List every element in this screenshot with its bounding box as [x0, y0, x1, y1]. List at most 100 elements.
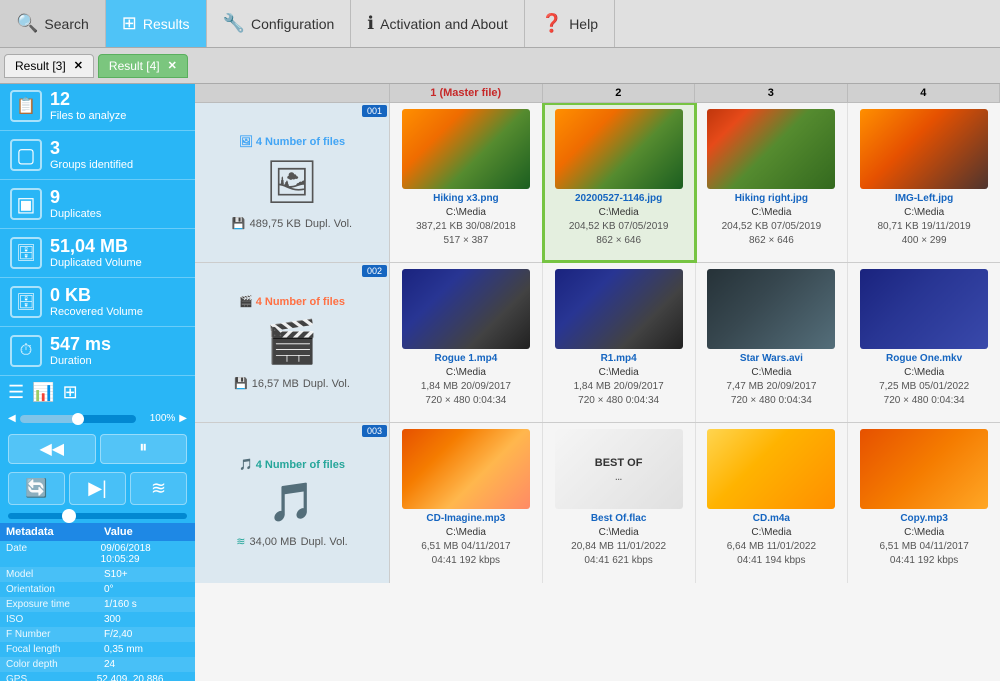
tab-result-3-close[interactable]: ✕: [74, 59, 83, 72]
nav-search-label: Search: [44, 16, 88, 32]
groups-label: Groups identified: [50, 159, 133, 171]
refresh-btn[interactable]: 🔄: [8, 472, 65, 505]
group-2-dup-icon: 💾: [234, 377, 248, 390]
group-2-dupl-label: Dupl. Vol.: [303, 378, 350, 390]
metadata-table: Metadata Value Date 09/06/2018 10:05:29 …: [0, 523, 195, 681]
bar-view-icon[interactable]: 📊: [32, 382, 54, 403]
duration-label: Duration: [50, 355, 111, 367]
g2-thumb-3-img: [707, 269, 835, 349]
group-2-icon: 🎬: [266, 318, 318, 367]
divider-6: [0, 375, 195, 376]
thumb-2-path: C:\Media: [569, 206, 669, 220]
list-view-icon[interactable]: ☰: [8, 382, 24, 403]
meta-row-color: Color depth 24: [0, 657, 195, 672]
tab-result-4[interactable]: Result [4] ✕: [98, 54, 188, 78]
config-icon: 🔧: [223, 13, 245, 34]
nav-config-label: Configuration: [251, 16, 334, 32]
wave-btn[interactable]: ≋: [130, 472, 187, 505]
search-icon: 🔍: [16, 13, 38, 34]
groups-icon: ▢: [10, 139, 42, 171]
nav-configuration[interactable]: 🔧 Configuration: [207, 0, 352, 47]
group-1-files-icon: 🖼: [239, 135, 253, 148]
thumb-4-dims: 400 × 299: [878, 234, 971, 248]
main-area: 📋 12 Files to analyze ▢ 3 Groups identif…: [0, 84, 1000, 681]
g2-thumb-1-name: Rogue 1.mp4: [421, 352, 511, 366]
group-2-dupl-vol: 16,57 MB: [252, 378, 299, 390]
thumb-2-size: 204,52 KB 07/05/2019: [569, 220, 669, 234]
thumb-1-img: [402, 109, 530, 189]
divider-3: [0, 228, 195, 229]
meta-header: Metadata Value: [0, 523, 195, 541]
tabs-row: Result [3] ✕ Result [4] ✕: [0, 48, 1000, 84]
meta-row-orientation: Orientation 0°: [0, 582, 195, 597]
meta-row-focal: Focal length 0,35 mm: [0, 642, 195, 657]
tab-result-4-close[interactable]: ✕: [168, 59, 177, 72]
slider-row: [0, 509, 195, 523]
thumb-3-dims: 862 × 646: [722, 234, 822, 248]
group-3-dupl-label: Dupl. Vol.: [301, 536, 348, 548]
col-header-4: 4: [848, 84, 1000, 102]
group-2: 002 🎬 4 Number of files 🎬 💾 16,57 MB Dup…: [195, 263, 1000, 423]
thumb-1-dims: 517 × 387: [416, 234, 516, 248]
group-3-info: 003 🎵 4 Number of files 🎵 ≋ 34,00 MB Dup…: [195, 423, 390, 583]
stat-groups: ▢ 3 Groups identified: [0, 133, 195, 177]
nav-help[interactable]: ❓ Help: [525, 0, 615, 47]
dup-vol-icon: 🗄: [10, 237, 42, 269]
group-3-num-files: 4: [256, 459, 262, 471]
right-panel: 1 (Master file) 2 3 4 001 🖼 4 Number of …: [195, 84, 1000, 681]
group-2-thumb-2[interactable]: R1.mp4 C:\Media 1,84 MB 20/09/2017 720 ×…: [543, 263, 696, 422]
meta-row-iso: ISO 300: [0, 612, 195, 627]
play-btn[interactable]: ▶|: [69, 472, 126, 505]
group-3-thumb-2[interactable]: BEST OF ... Best Of.flac C:\Media 20,84 …: [543, 423, 696, 583]
group-1-num-files: 4: [256, 136, 262, 148]
group-3-thumb-1[interactable]: CD-Imagine.mp3 C:\Media 6,51 MB 04/11/20…: [390, 423, 543, 583]
group-1-id: 001: [362, 105, 387, 117]
group-1-info: 001 🖼 4 Number of files 🖼 💾 489,75 KB Du…: [195, 103, 390, 262]
nav-activation[interactable]: ℹ Activation and About: [351, 0, 525, 47]
group-3-thumb-3[interactable]: CD.m4a C:\Media 6,64 MB 11/01/2022 04:41…: [696, 423, 849, 583]
group-3-thumb-4[interactable]: Copy.mp3 C:\Media 6,51 MB 04/11/2017 04:…: [848, 423, 1000, 583]
thumb-3-name: Hiking right.jpg: [722, 192, 822, 206]
group-2-info: 002 🎬 4 Number of files 🎬 💾 16,57 MB Dup…: [195, 263, 390, 422]
thumb-4-path: C:\Media: [878, 206, 971, 220]
groups-scroll[interactable]: 001 🖼 4 Number of files 🖼 💾 489,75 KB Du…: [195, 103, 1000, 681]
tab-result-3-label: Result [3]: [15, 59, 66, 73]
slider-thumb[interactable]: [62, 509, 76, 523]
divider-5: [0, 326, 195, 327]
divider-4: [0, 277, 195, 278]
g2-thumb-1-img: [402, 269, 530, 349]
tab-result-3[interactable]: Result [3] ✕: [4, 54, 94, 78]
thumb-1-path: C:\Media: [416, 206, 516, 220]
header-cols: 1 (Master file) 2 3 4: [390, 84, 1000, 102]
column-headers: 1 (Master file) 2 3 4: [195, 84, 1000, 103]
duration-icon: ⏱: [10, 335, 42, 367]
playback-slider[interactable]: [8, 513, 187, 519]
group-2-thumb-4[interactable]: Rogue One.mkv C:\Media 7,25 MB 05/01/202…: [848, 263, 1000, 422]
group-1-dup-icon: 💾: [232, 217, 246, 230]
group-2-num-files: 4: [256, 296, 262, 308]
thumb-1-size: 387,21 KB 30/08/2018: [416, 220, 516, 234]
files-icon: 📋: [10, 90, 42, 122]
dup-vol-value: 51,04 MB: [50, 237, 142, 257]
thumb-2-img: [555, 109, 683, 189]
group-3-id: 003: [362, 425, 387, 437]
group-3-files-label: Number of files: [265, 459, 345, 471]
pause-btn[interactable]: ⏸: [100, 434, 188, 464]
view-mode-row: ☰ 📊 ⊞: [0, 378, 195, 407]
group-2-thumb-1[interactable]: Rogue 1.mp4 C:\Media 1,84 MB 20/09/2017 …: [390, 263, 543, 422]
header-empty: [195, 84, 390, 102]
group-2-thumb-3[interactable]: Star Wars.avi C:\Media 7,47 MB 20/09/201…: [696, 263, 849, 422]
group-1-thumb-4[interactable]: IMG-Left.jpg C:\Media 80,71 KB 19/11/201…: [848, 103, 1000, 262]
thumb-3-img: [707, 109, 835, 189]
group-3-thumbs: CD-Imagine.mp3 C:\Media 6,51 MB 04/11/20…: [390, 423, 1000, 583]
group-1-thumb-1[interactable]: Hiking x3.png C:\Media 387,21 KB 30/08/2…: [390, 103, 543, 262]
group-1-thumb-3[interactable]: Hiking right.jpg C:\Media 204,52 KB 07/0…: [696, 103, 849, 262]
thumb-4-size: 80,71 KB 19/11/2019: [878, 220, 971, 234]
stat-rec-vol: 🗄 0 KB Recovered Volume: [0, 280, 195, 324]
g3-thumb-4-img: [860, 429, 988, 509]
group-1-thumb-2[interactable]: 20200527-1146.jpg C:\Media 204,52 KB 07/…: [543, 103, 696, 262]
nav-results[interactable]: ⊞ Results: [106, 0, 207, 47]
prev-btn[interactable]: ◀◀: [8, 434, 96, 464]
nav-search[interactable]: 🔍 Search: [0, 0, 106, 47]
grid-view-icon[interactable]: ⊞: [63, 382, 78, 403]
